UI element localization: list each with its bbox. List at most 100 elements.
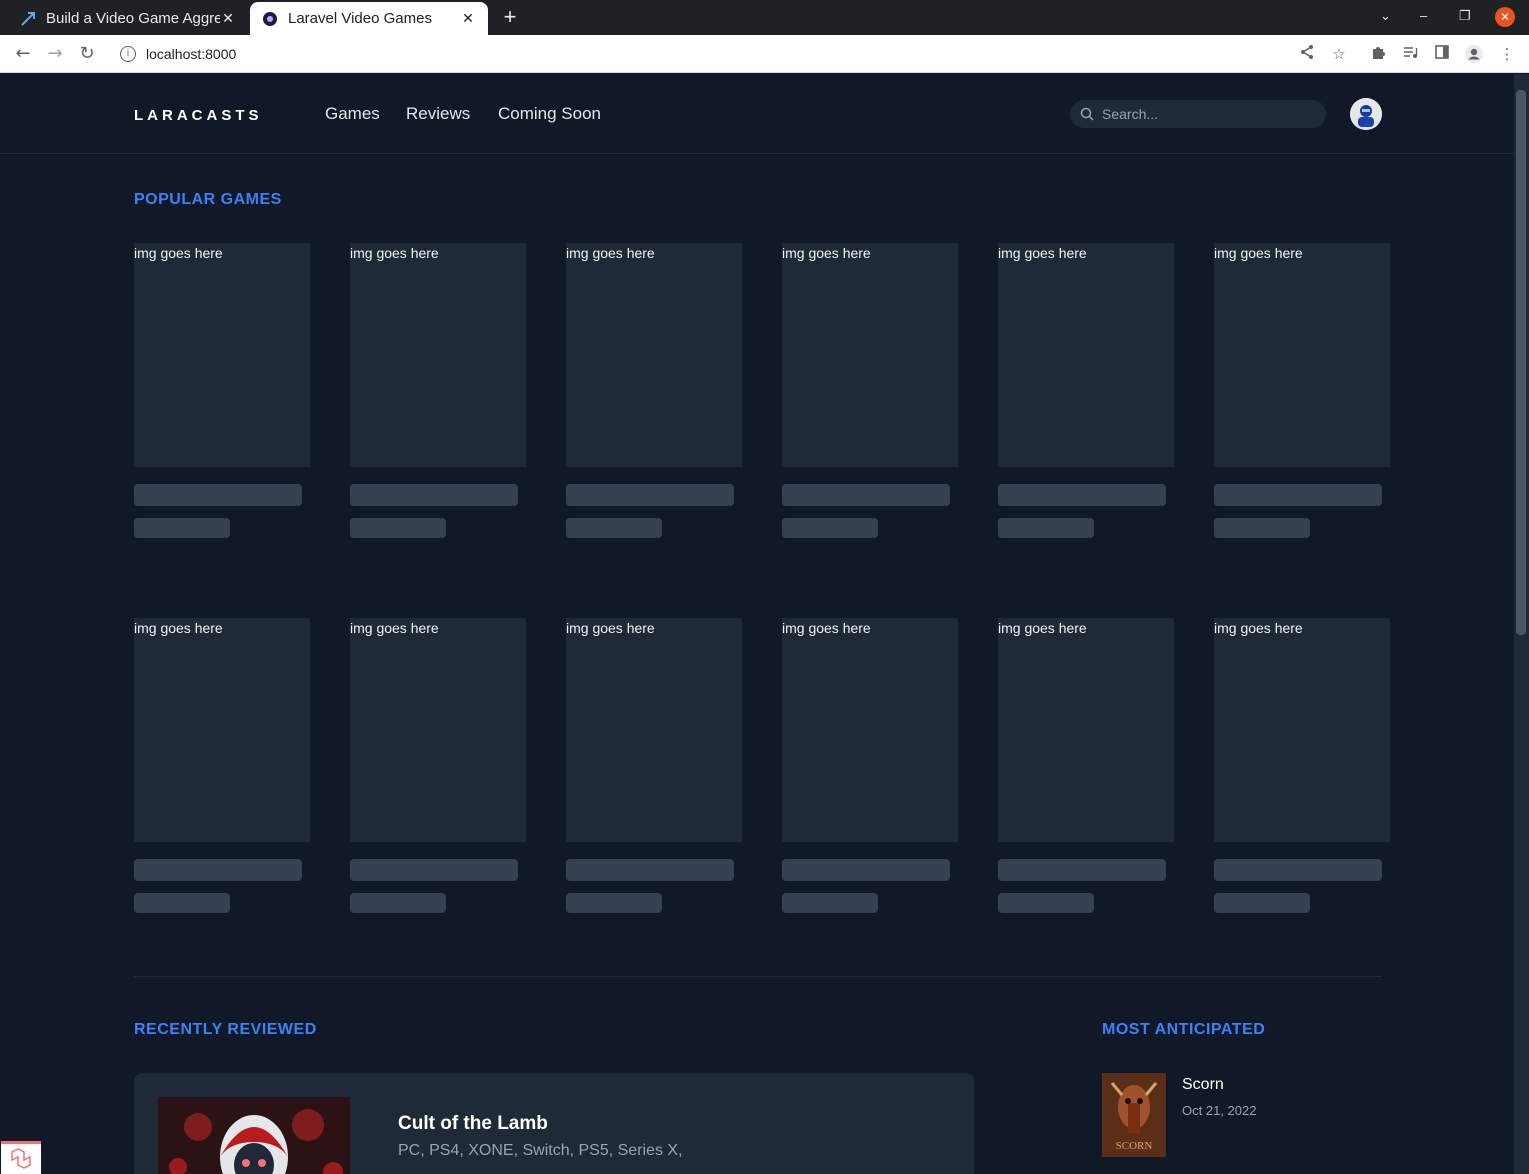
title-skeleton bbox=[782, 484, 950, 506]
game-cover-placeholder: img goes here bbox=[1214, 243, 1390, 467]
anticipated-game-name[interactable]: Scorn bbox=[1182, 1076, 1224, 1094]
platform-skeleton bbox=[134, 893, 230, 913]
game-cover-image[interactable] bbox=[158, 1097, 350, 1174]
title-skeleton bbox=[350, 859, 518, 881]
popular-games-title: POPULAR GAMES bbox=[134, 191, 282, 208]
game-card[interactable]: img goes here bbox=[782, 243, 958, 538]
star-icon[interactable]: ☆ bbox=[1329, 44, 1349, 64]
platform-skeleton bbox=[782, 518, 878, 538]
close-window-icon[interactable]: ✕ bbox=[1495, 7, 1515, 27]
browser-tab-bar: Build a Video Game Aggre ✕ Laravel Video… bbox=[0, 0, 1529, 35]
close-tab-icon[interactable]: ✕ bbox=[460, 10, 476, 27]
page-viewport: LARACASTS Games Reviews Coming Soon POPU… bbox=[1, 74, 1514, 1174]
game-cover-placeholder: img goes here bbox=[566, 618, 742, 842]
game-cover-placeholder: img goes here bbox=[350, 243, 526, 467]
search-input[interactable] bbox=[1102, 106, 1302, 122]
title-skeleton bbox=[1214, 484, 1382, 506]
title-skeleton bbox=[782, 859, 950, 881]
cover-logo-text: SCORN bbox=[1116, 1140, 1153, 1152]
game-card[interactable]: img goes here bbox=[134, 243, 310, 538]
section-divider bbox=[134, 976, 1382, 977]
game-card[interactable]: img goes here bbox=[350, 618, 526, 913]
extensions-icon[interactable] bbox=[1368, 44, 1388, 64]
sidepanel-icon[interactable] bbox=[1432, 44, 1452, 64]
title-skeleton bbox=[566, 859, 734, 881]
search-box[interactable] bbox=[1070, 100, 1326, 128]
game-cover-placeholder: img goes here bbox=[350, 618, 526, 842]
media-icon[interactable] bbox=[1400, 44, 1420, 64]
share-icon[interactable] bbox=[1297, 44, 1317, 64]
restore-icon[interactable]: ❐ bbox=[1459, 8, 1471, 24]
anticipated-game-date: Oct 21, 2022 bbox=[1182, 1103, 1257, 1118]
platform-skeleton bbox=[1214, 518, 1310, 538]
minimize-icon[interactable]: – bbox=[1420, 8, 1427, 23]
address-bar[interactable]: i localhost:8000 bbox=[112, 39, 1292, 69]
browser-toolbar: ← → ↻ i localhost:8000 ☆ ⋮ bbox=[0, 35, 1529, 73]
laracasts-logo[interactable]: LARACASTS bbox=[134, 107, 263, 124]
most-anticipated-title: MOST ANTICIPATED bbox=[1102, 1021, 1266, 1038]
review-card[interactable]: Cult of the Lamb PC, PS4, XONE, Switch, … bbox=[134, 1073, 974, 1174]
platform-skeleton bbox=[134, 518, 230, 538]
game-cover-placeholder: img goes here bbox=[566, 243, 742, 467]
laracasts-favicon-icon bbox=[20, 11, 36, 27]
game-card[interactable]: img goes here bbox=[134, 618, 310, 913]
info-icon[interactable]: i bbox=[120, 46, 136, 62]
recently-reviewed-title: RECENTLY REVIEWED bbox=[134, 1021, 317, 1038]
game-card[interactable]: img goes here bbox=[566, 618, 742, 913]
title-skeleton bbox=[566, 484, 734, 506]
nav-link-coming-soon[interactable]: Coming Soon bbox=[498, 104, 601, 124]
game-cover-placeholder: img goes here bbox=[998, 618, 1174, 842]
game-cover-placeholder: img goes here bbox=[782, 243, 958, 467]
platform-skeleton bbox=[998, 893, 1094, 913]
tab-title: Build a Video Game Aggre bbox=[46, 10, 220, 27]
tab-search-chevron-icon[interactable]: ⌄ bbox=[1380, 8, 1391, 24]
scrollbar-thumb[interactable] bbox=[1516, 90, 1526, 635]
platform-skeleton bbox=[566, 518, 662, 538]
site-header: LARACASTS Games Reviews Coming Soon bbox=[1, 74, 1514, 154]
tab-laravel-video-games[interactable]: Laravel Video Games ✕ bbox=[250, 2, 488, 35]
title-skeleton bbox=[998, 859, 1166, 881]
menu-icon[interactable]: ⋮ bbox=[1497, 44, 1517, 64]
game-cover-placeholder: img goes here bbox=[134, 243, 310, 467]
game-card[interactable]: img goes here bbox=[350, 243, 526, 538]
forward-arrow-icon[interactable]: → bbox=[44, 43, 66, 65]
game-cover-placeholder: img goes here bbox=[1214, 618, 1390, 842]
close-tab-icon[interactable]: ✕ bbox=[220, 10, 236, 27]
nav-link-reviews[interactable]: Reviews bbox=[406, 104, 470, 124]
profile-icon[interactable] bbox=[1464, 44, 1484, 64]
platform-skeleton bbox=[782, 893, 878, 913]
game-card[interactable]: img goes here bbox=[998, 618, 1174, 913]
review-game-platforms: PC, PS4, XONE, Switch, PS5, Series X, bbox=[398, 1142, 683, 1159]
title-skeleton bbox=[134, 484, 302, 506]
search-icon bbox=[1080, 107, 1094, 121]
nav-link-games[interactable]: Games bbox=[325, 104, 380, 124]
game-card[interactable]: img goes here bbox=[1214, 618, 1390, 913]
platform-skeleton bbox=[350, 518, 446, 538]
game-cover-placeholder: img goes here bbox=[998, 243, 1174, 467]
avatar[interactable] bbox=[1350, 98, 1382, 130]
platform-skeleton bbox=[998, 518, 1094, 538]
platform-skeleton bbox=[350, 893, 446, 913]
platform-skeleton bbox=[566, 893, 662, 913]
reload-icon[interactable]: ↻ bbox=[76, 43, 98, 65]
anticipated-game-cover[interactable]: SCORN bbox=[1102, 1073, 1166, 1157]
game-card[interactable]: img goes here bbox=[782, 618, 958, 913]
game-card[interactable]: img goes here bbox=[566, 243, 742, 538]
game-cover-placeholder: img goes here bbox=[782, 618, 958, 842]
game-card[interactable]: img goes here bbox=[998, 243, 1174, 538]
platform-skeleton bbox=[1214, 893, 1310, 913]
tab-build-video-game[interactable]: Build a Video Game Aggre ✕ bbox=[8, 2, 248, 35]
game-card[interactable]: img goes here bbox=[1214, 243, 1390, 538]
tab-title: Laravel Video Games bbox=[288, 10, 432, 27]
globe-favicon-icon bbox=[262, 11, 278, 27]
game-cover-placeholder: img goes here bbox=[134, 618, 310, 842]
title-skeleton bbox=[998, 484, 1166, 506]
title-skeleton bbox=[134, 859, 302, 881]
laravel-debugbar-icon[interactable] bbox=[1, 1141, 41, 1174]
new-tab-button[interactable]: + bbox=[498, 6, 522, 30]
title-skeleton bbox=[350, 484, 518, 506]
title-skeleton bbox=[1214, 859, 1382, 881]
url-text: localhost:8000 bbox=[146, 46, 237, 62]
back-arrow-icon[interactable]: ← bbox=[12, 43, 34, 65]
review-game-name[interactable]: Cult of the Lamb bbox=[398, 1113, 548, 1135]
